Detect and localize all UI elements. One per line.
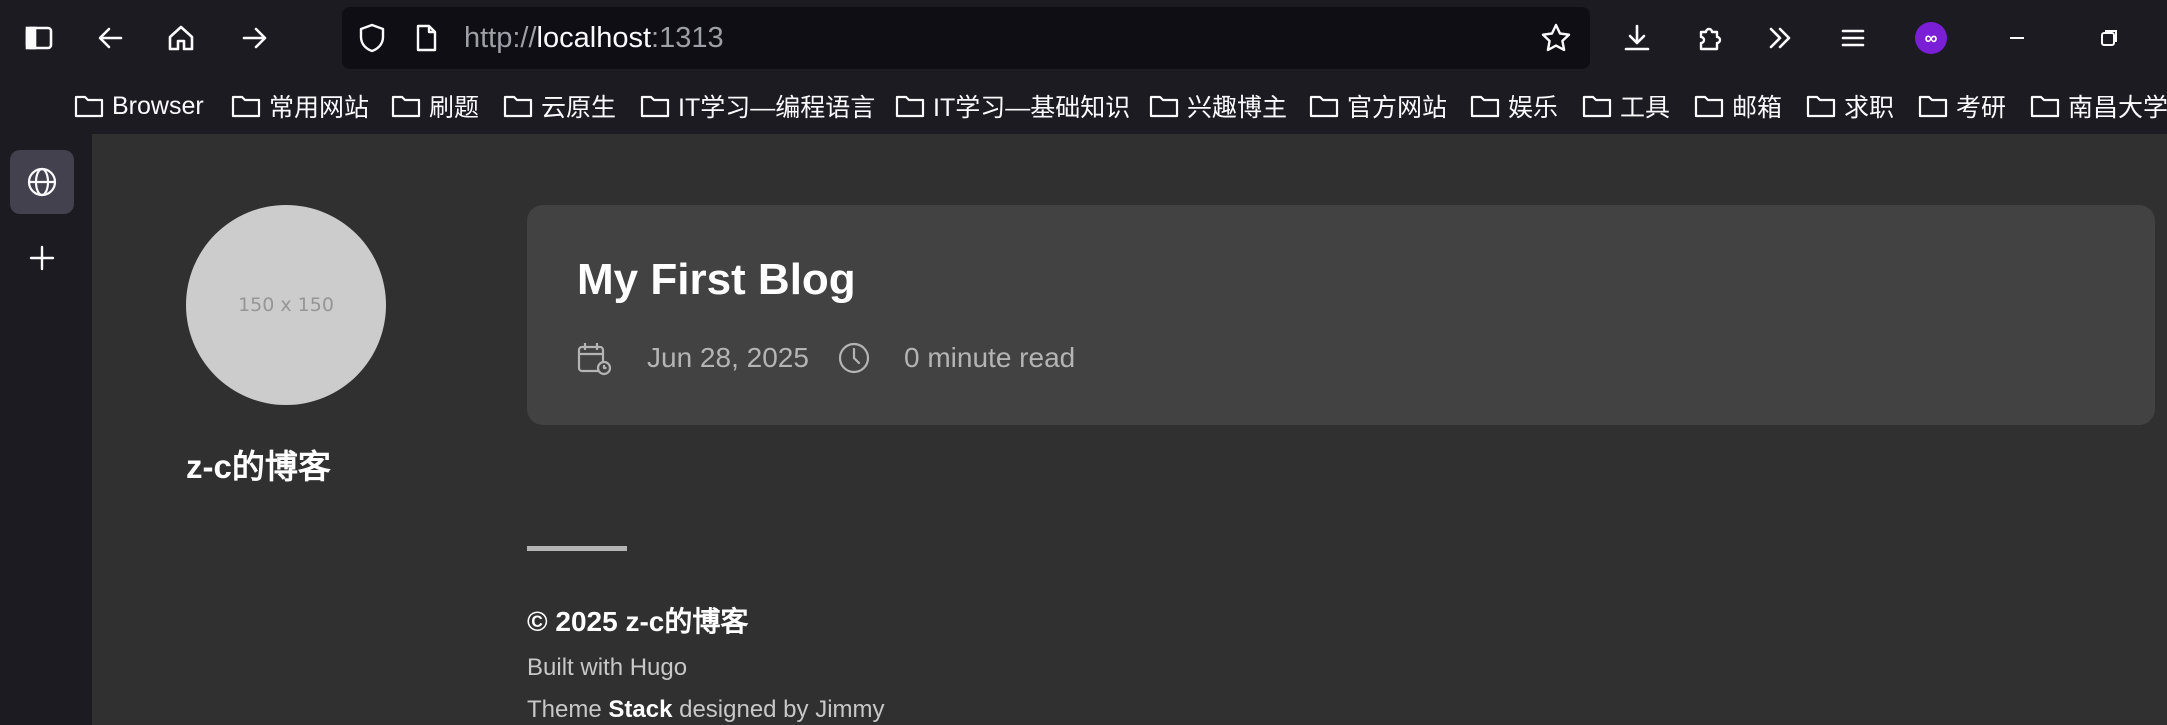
post-read-time: 0 minute read: [904, 342, 1076, 373]
overflow-menu-button[interactable]: [1756, 14, 1804, 62]
bookmark-folder[interactable]: 娱乐: [1470, 86, 1558, 126]
bookmark-label: 云原生: [541, 94, 617, 122]
sidebar-tab-button[interactable]: [10, 150, 74, 214]
star-icon[interactable]: [1540, 22, 1572, 54]
bookmark-label: 常用网站: [269, 94, 370, 122]
post-card[interactable]: My First Blog Jun 28, 2025 0 minute read: [527, 205, 2155, 425]
footer-theme: Theme Stack designed by Jimmy: [527, 696, 885, 724]
bookmark-folder[interactable]: 求职: [1806, 86, 1894, 126]
folder-icon: [640, 95, 670, 118]
minimize-button[interactable]: [1993, 14, 2041, 62]
site-name[interactable]: z-c的博客: [186, 440, 331, 488]
hamburger-icon: [1841, 29, 1865, 47]
bookmark-folder[interactable]: 云原生: [503, 86, 616, 126]
folder-icon: [1470, 95, 1500, 118]
app-menu-button[interactable]: [1829, 14, 1877, 62]
download-icon: [1624, 24, 1650, 51]
bookmark-folder[interactable]: 工具: [1582, 86, 1670, 126]
private-browsing-icon[interactable]: ∞: [1915, 22, 1947, 54]
footer-copyright: © 2025 z-c的博客: [527, 606, 749, 637]
arrow-right-icon: [242, 27, 267, 49]
url-host: localhost: [536, 22, 652, 54]
footer-theme-link[interactable]: Stack: [608, 696, 672, 723]
bookmark-folder[interactable]: 考研: [1918, 86, 2006, 126]
folder-icon: [1309, 95, 1339, 118]
downloads-button[interactable]: [1613, 14, 1661, 62]
bookmark-label: 南昌大学: [2068, 94, 2167, 122]
footer-built-with[interactable]: Built with Hugo: [527, 654, 687, 682]
bookmark-label: 兴趣博主: [1187, 94, 1288, 122]
bookmarks-toolbar: Browser 常用网站 刷题 云原生 IT学习—编程语言 IT学习—基础知识 …: [0, 86, 2167, 126]
url-text[interactable]: http://localhost:1313: [464, 7, 724, 69]
bookmark-label: 邮箱: [1732, 94, 1783, 122]
bookmark-folder[interactable]: IT学习—基础知识: [895, 86, 1130, 126]
bookmark-folder[interactable]: 兴趣博主: [1149, 86, 1287, 126]
folder-icon: [1694, 95, 1724, 118]
bookmark-label: 工具: [1620, 94, 1671, 122]
extensions-button[interactable]: [1686, 14, 1734, 62]
arrow-left-icon: [98, 27, 123, 49]
vertical-sidebar: [0, 134, 92, 725]
folder-icon: [1918, 95, 1948, 118]
bookmark-folder[interactable]: 官方网站: [1309, 86, 1447, 126]
calendar-icon: [577, 343, 612, 376]
bookmark-label: 求职: [1844, 94, 1895, 122]
plus-icon: [29, 245, 55, 271]
folder-icon: [391, 95, 421, 118]
folder-icon: [895, 95, 925, 118]
sidebar-toggle-button[interactable]: [15, 14, 63, 62]
folder-icon: [1806, 95, 1836, 118]
bookmark-folder[interactable]: 南昌大学: [2030, 86, 2167, 126]
footer-theme-suffix: designed by Jimmy: [672, 696, 885, 723]
sidebar-icon: [25, 26, 53, 50]
bookmark-folder[interactable]: 邮箱: [1694, 86, 1782, 126]
footer-theme-prefix: Theme: [527, 696, 609, 723]
bookmark-folder[interactable]: Browser: [74, 86, 204, 126]
url-scheme: http://: [464, 22, 537, 54]
post-date: Jun 28, 2025: [647, 342, 809, 373]
browser-toolbar: http://localhost:1313 ∞: [0, 0, 2167, 76]
bookmark-label: IT学习—基础知识: [933, 94, 1131, 122]
page-content: 150 x 150 z-c的博客 My First Blog Jun 28, 2…: [92, 134, 2167, 725]
clock-icon: [838, 342, 870, 374]
bookmark-folder[interactable]: 常用网站: [231, 86, 369, 126]
bookmark-label: IT学习—编程语言: [678, 94, 876, 122]
chevrons-right-icon: [1769, 27, 1791, 49]
folder-icon: [231, 95, 261, 118]
folder-icon: [503, 95, 533, 118]
globe-icon: [27, 167, 57, 197]
forward-button[interactable]: [230, 14, 278, 62]
bookmark-label: 刷题: [429, 94, 480, 122]
folder-icon: [1582, 95, 1612, 118]
new-tab-button[interactable]: [10, 226, 74, 290]
folder-icon: [2030, 95, 2060, 118]
page-icon[interactable]: [410, 22, 442, 54]
home-icon: [168, 25, 194, 51]
bookmark-label: 考研: [1956, 94, 2007, 122]
avatar-placeholder-text: 150 x 150: [238, 294, 334, 316]
bookmark-label: 娱乐: [1508, 94, 1559, 122]
footer-divider: [527, 546, 627, 551]
bookmark-folder[interactable]: IT学习—编程语言: [640, 86, 875, 126]
back-button[interactable]: [87, 14, 135, 62]
folder-icon: [1149, 95, 1179, 118]
post-title[interactable]: My First Blog: [577, 255, 856, 305]
folder-icon: [74, 95, 104, 118]
restore-button[interactable]: [2085, 14, 2133, 62]
bookmark-label: 官方网站: [1347, 94, 1448, 122]
restore-icon: [2101, 30, 2117, 46]
bookmark-folder[interactable]: 刷题: [391, 86, 479, 126]
shield-icon[interactable]: [356, 22, 388, 54]
puzzle-icon: [1699, 27, 1722, 51]
home-button[interactable]: [157, 14, 205, 62]
avatar[interactable]: 150 x 150: [186, 205, 386, 405]
minimize-icon: [2010, 37, 2024, 39]
bookmark-label: Browser: [112, 91, 204, 120]
url-port: :1313: [651, 22, 724, 54]
url-bar[interactable]: http://localhost:1313: [342, 7, 1590, 69]
